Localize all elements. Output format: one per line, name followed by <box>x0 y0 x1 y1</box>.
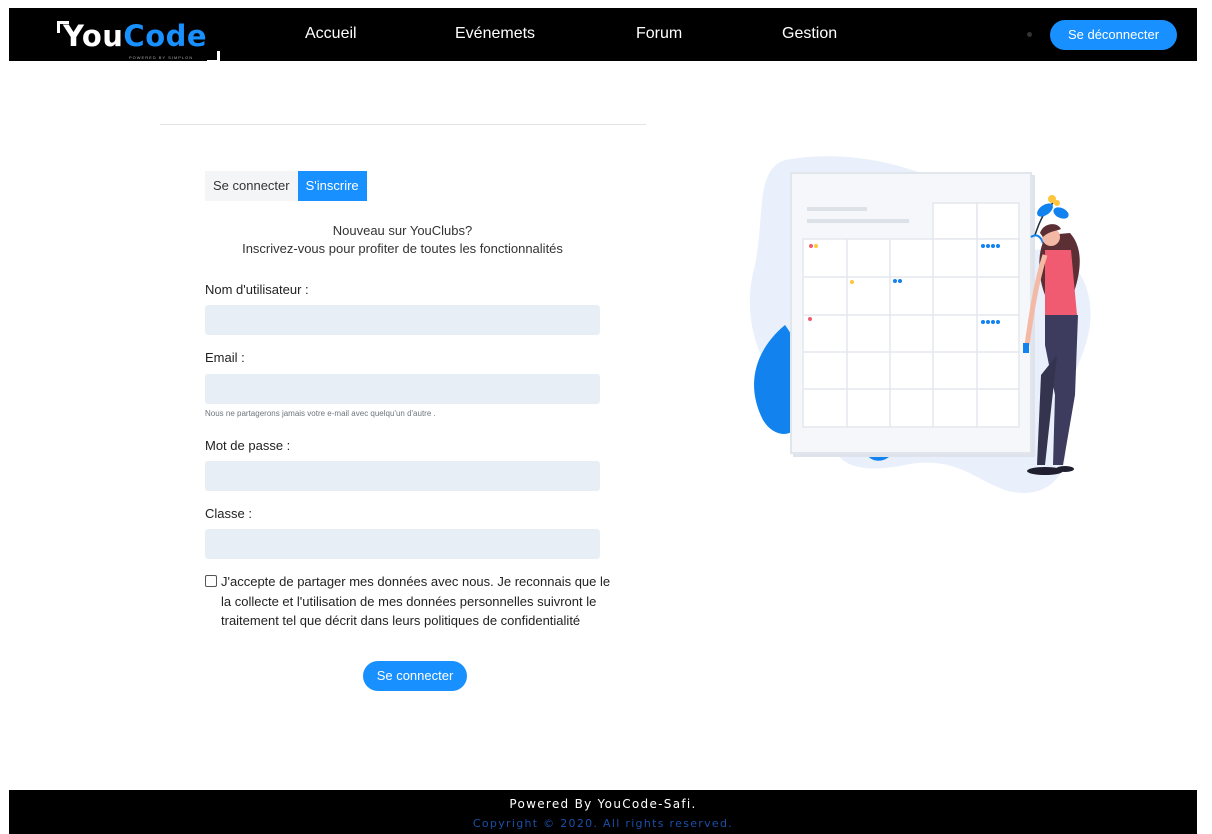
register-intro: Nouveau sur YouClubs? Inscrivez-vous pou… <box>205 222 600 258</box>
logo-tagline: POWERED BY SIMPLON <box>129 55 194 60</box>
calendar-illustration <box>749 156 1091 493</box>
auth-tabs: Se connecter S'inscrire <box>205 171 367 201</box>
submit-button[interactable]: Se connecter <box>363 661 467 691</box>
footer-powered-by: Powered By YouCode-Safi. <box>509 797 697 811</box>
email-label: Email : <box>205 350 245 365</box>
youcode-logo[interactable]: YouCode POWERED BY SIMPLON <box>57 17 227 63</box>
email-hint: Nous ne partagerons jamais votre e-mail … <box>205 409 436 418</box>
section-divider <box>160 124 646 125</box>
logout-button[interactable]: Se déconnecter <box>1050 20 1177 50</box>
nav-separator-dot <box>1027 32 1032 37</box>
nav-link-accueil[interactable]: Accueil <box>305 25 357 43</box>
class-input[interactable] <box>205 529 600 559</box>
tab-login[interactable]: Se connecter <box>205 171 298 201</box>
consent-text: J'accepte de partager mes données avec n… <box>221 574 611 628</box>
intro-subheading: Inscrivez-vous pour profiter de toutes l… <box>242 241 563 256</box>
consent-checkbox[interactable] <box>205 575 217 587</box>
username-input[interactable] <box>205 305 600 335</box>
email-input[interactable] <box>205 374 600 404</box>
page-footer: Powered By YouCode-Safi. Copyright © 202… <box>9 790 1197 834</box>
tab-register[interactable]: S'inscrire <box>297 171 367 201</box>
logo-corner-bottom-right <box>207 51 220 63</box>
nav-link-gestion[interactable]: Gestion <box>782 25 837 43</box>
class-label: Classe : <box>205 506 252 521</box>
footer-copyright: Copyright © 2020. All rights reserved. <box>472 817 734 830</box>
nav-link-forum[interactable]: Forum <box>636 25 682 43</box>
password-input[interactable] <box>205 461 600 491</box>
password-label: Mot de passe : <box>205 438 291 453</box>
nav-link-evenements[interactable]: Evénemets <box>455 25 535 43</box>
top-navbar: YouCode POWERED BY SIMPLON Accueil Evéne… <box>9 8 1197 63</box>
intro-heading: Nouveau sur YouClubs? <box>332 223 473 238</box>
username-label: Nom d'utilisateur : <box>205 282 309 297</box>
logo-wordmark: YouCode <box>63 19 208 53</box>
